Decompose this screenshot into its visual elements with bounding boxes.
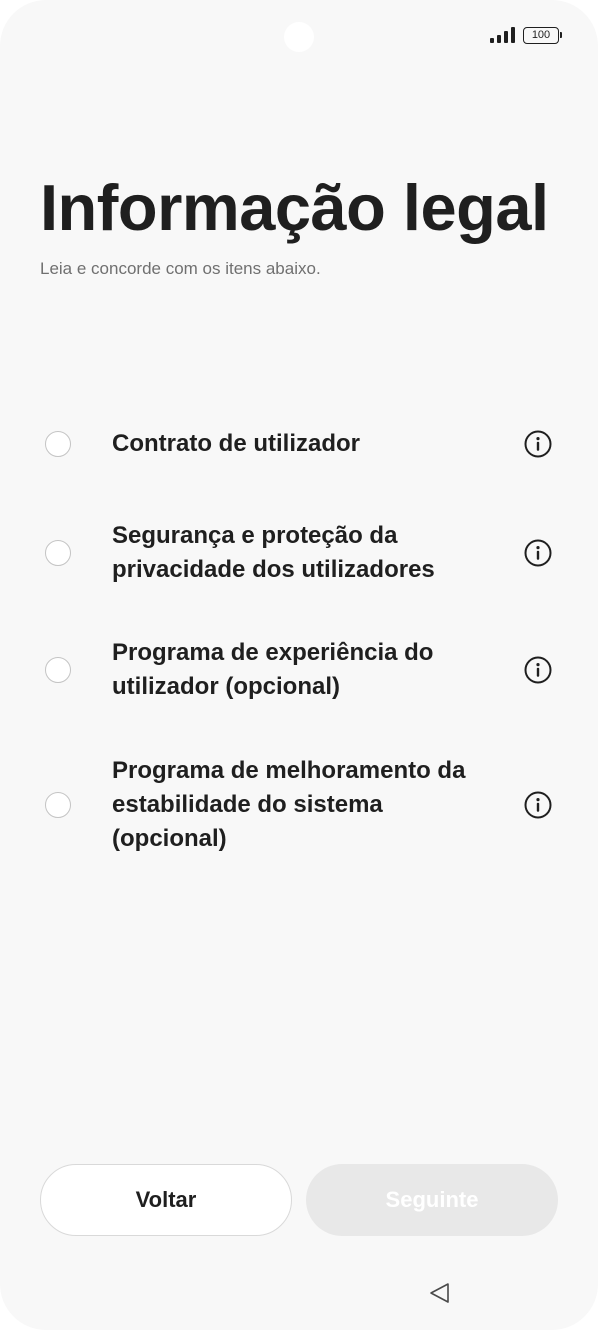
next-button[interactable]: Seguinte (306, 1164, 558, 1236)
status-bar: 100 (490, 24, 562, 46)
item-label[interactable]: Programa de melhoramento da estabilidade… (112, 754, 502, 856)
info-icon[interactable] (524, 791, 552, 819)
info-icon[interactable] (524, 539, 552, 567)
radio-button[interactable] (45, 792, 71, 818)
nav-back-icon[interactable] (428, 1281, 452, 1305)
list-item-stability-program[interactable]: Programa de melhoramento da estabilidade… (0, 753, 598, 857)
item-label[interactable]: Contrato de utilizador (112, 427, 502, 461)
page-subtitle: Leia e concorde com os itens abaixo. (40, 259, 321, 278)
list-item-privacy-protection[interactable]: Segurança e proteção da privacidade dos … (0, 518, 598, 588)
list-item-user-experience-program[interactable]: Programa de experiência do utilizador (o… (0, 635, 598, 705)
info-icon[interactable] (524, 656, 552, 684)
radio-button[interactable] (45, 657, 71, 683)
front-camera (284, 22, 314, 52)
battery-icon: 100 (523, 26, 562, 44)
list-item-user-agreement[interactable]: Contrato de utilizador (0, 424, 598, 464)
signal-icon (490, 27, 515, 43)
page-title: Informação legal (40, 171, 549, 244)
item-label[interactable]: Programa de experiência do utilizador (o… (112, 636, 502, 704)
back-button[interactable]: Voltar (40, 1164, 292, 1236)
item-label[interactable]: Segurança e proteção da privacidade dos … (112, 519, 502, 587)
setup-screen: 100 Informação legal Leia e concorde com… (0, 0, 598, 1330)
info-icon[interactable] (524, 430, 552, 458)
radio-button[interactable] (45, 431, 71, 457)
radio-button[interactable] (45, 540, 71, 566)
battery-level: 100 (523, 26, 559, 44)
